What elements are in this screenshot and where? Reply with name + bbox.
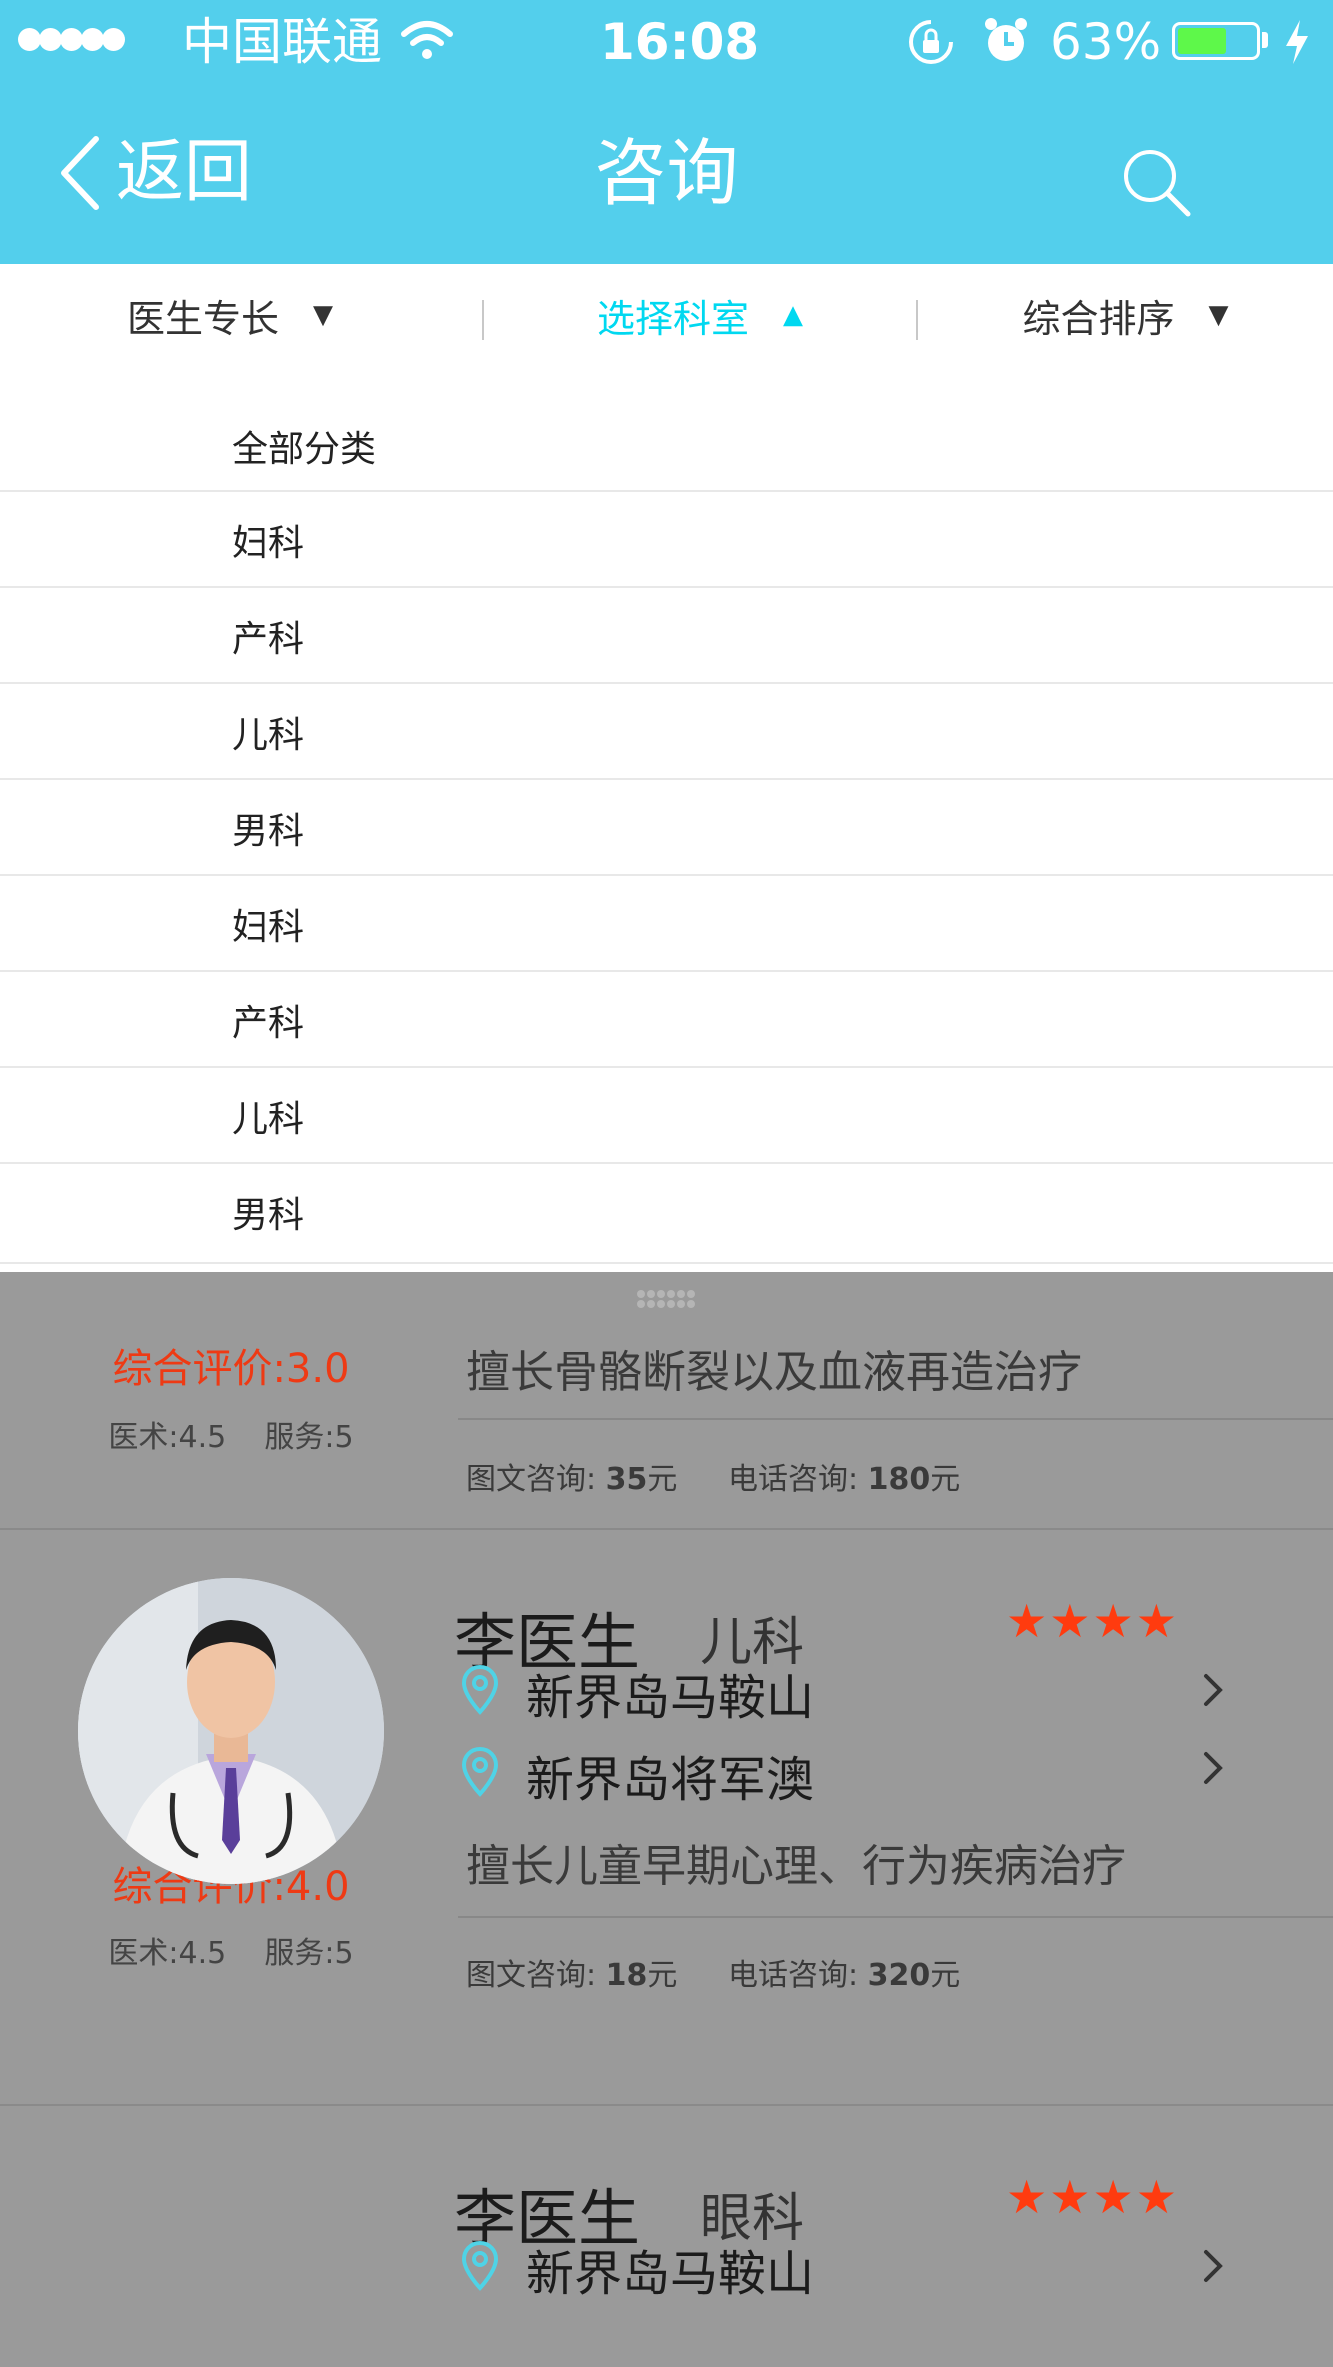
dropdown-item-label: 儿科 (232, 1099, 305, 1140)
phone-consult-price: 电话咨询: 320元 (728, 1958, 961, 1993)
wifi-icon (401, 21, 453, 59)
signal-dot (81, 28, 104, 51)
dropdown-item-label: 产科 (232, 619, 305, 660)
status-bar: 中国联通 16:08 63% (0, 0, 1333, 84)
overall-rating: 综合评价:3.0 (112, 1346, 350, 1392)
doctor-avatar (78, 1578, 384, 1884)
location-text: 新界岛马鞍山 (526, 2246, 815, 2302)
dropdown-item[interactable]: 儿科 (0, 684, 1333, 780)
chevron-left-icon (61, 136, 99, 210)
location-text: 新界岛马鞍山 (526, 1670, 815, 1726)
sub-scores: 医术:4.5 服务:5 (0, 1412, 462, 1456)
filter-sort[interactable]: 综合排序 ▼ (918, 264, 1333, 366)
star-rating: ★★★★ (1006, 1594, 1179, 1648)
battery-icon (1172, 22, 1260, 60)
location-pin-icon (461, 1746, 499, 1797)
dropdown-item[interactable]: 产科 (0, 588, 1333, 684)
filter-specialty[interactable]: 医生专长 ▼ (0, 264, 460, 366)
dropdown-item[interactable]: 男科 (0, 1164, 1333, 1264)
filter-sort-label: 综合排序 (1022, 296, 1175, 341)
location-pin-icon (461, 1664, 499, 1715)
skill-score: 医术:4.5 (108, 1420, 227, 1455)
app-header: 中国联通 16:08 63% 咨询 返回 (0, 0, 1333, 264)
clock: 16:08 (600, 13, 760, 71)
rotation-lock-icon (909, 20, 953, 64)
filter-department[interactable]: 选择科室 ▲ (484, 264, 916, 366)
dropdown-item[interactable]: 男科 (0, 780, 1333, 876)
signal-dot (102, 28, 125, 51)
back-label: 返回 (116, 133, 253, 212)
dropdown-item[interactable]: 妇科 (0, 492, 1333, 588)
carrier-name: 中国联通 (182, 13, 382, 71)
dropdown-item-label: 男科 (232, 1195, 305, 1236)
dropdown-item-label: 妇科 (232, 523, 305, 564)
dropdown-arrow-icon: ▼ (1208, 300, 1229, 330)
alarm-clock-icon (985, 18, 1027, 61)
department-dropdown: 全部分类 妇科 产科 儿科 男科 妇科 产科 儿科 男科 (0, 366, 1333, 1272)
location-text: 新界岛将军澳 (526, 1752, 815, 1808)
filter-specialty-label: 医生专长 (126, 296, 279, 341)
doctor-photo (78, 1578, 384, 1884)
back-button[interactable]: 返回 (58, 128, 252, 218)
star-rating: ★★★★ (1006, 2170, 1179, 2224)
search-icon[interactable] (1122, 148, 1192, 218)
specialty-text: 擅长骨骼断裂以及血液再造治疗 (466, 1347, 1082, 1398)
charging-bolt-icon (1286, 20, 1308, 64)
dropdown-item[interactable]: 全部分类 (0, 366, 1333, 492)
battery-percentage: 63% (1050, 13, 1162, 71)
location-pin-icon (461, 2240, 499, 2291)
signal-dot (60, 28, 83, 51)
service-score: 服务:5 (264, 1936, 354, 1971)
battery-tip (1262, 32, 1268, 48)
text-consult-price: 图文咨询: 18元 (466, 1958, 678, 1993)
battery-level (1178, 28, 1226, 54)
divider (458, 1916, 1333, 1918)
service-score: 服务:5 (264, 1420, 354, 1455)
signal-dot (39, 28, 62, 51)
phone-consult-price: 电话咨询: 180元 (728, 1462, 961, 1497)
dropdown-item-label: 妇科 (232, 907, 305, 948)
sub-scores: 医术:4.5 服务:5 (0, 1928, 462, 1972)
divider (458, 1418, 1333, 1420)
dropdown-item-label: 全部分类 (232, 429, 377, 470)
doctor-card[interactable]: 综合评价:3.0 医术:4.5 服务:5 擅长骨骼断裂以及血液再造治疗 图文咨询… (0, 1322, 1333, 1530)
chevron-right-icon[interactable] (1200, 1748, 1226, 1788)
doctor-card[interactable]: 李医生 眼科 ★★★★ 新界岛马鞍山 (0, 2106, 1333, 2367)
signal-dot (18, 28, 41, 51)
dropdown-item[interactable]: 妇科 (0, 876, 1333, 972)
dropdown-arrow-icon: ▲ (783, 300, 803, 330)
dropdown-item-label: 产科 (232, 1003, 305, 1044)
chevron-right-icon[interactable] (1200, 2246, 1226, 2286)
chevron-right-icon[interactable] (1200, 1670, 1226, 1710)
text-consult-price: 图文咨询: 35元 (466, 1462, 678, 1497)
specialty-text: 擅长儿童早期心理、行为疾病治疗 (466, 1841, 1126, 1892)
filter-bar: 医生专长 ▼ 选择科室 ▲ 综合排序 ▼ (0, 264, 1333, 368)
filter-department-label: 选择科室 (596, 296, 749, 341)
skill-score: 医术:4.5 (108, 1936, 227, 1971)
dropdown-item[interactable]: 产科 (0, 972, 1333, 1068)
dropdown-item-label: 男科 (232, 811, 305, 852)
dropdown-item[interactable]: 儿科 (0, 1068, 1333, 1164)
dropdown-item-label: 儿科 (232, 715, 305, 756)
drag-handle[interactable] (633, 1288, 701, 1310)
dropdown-arrow-icon: ▼ (313, 300, 333, 330)
